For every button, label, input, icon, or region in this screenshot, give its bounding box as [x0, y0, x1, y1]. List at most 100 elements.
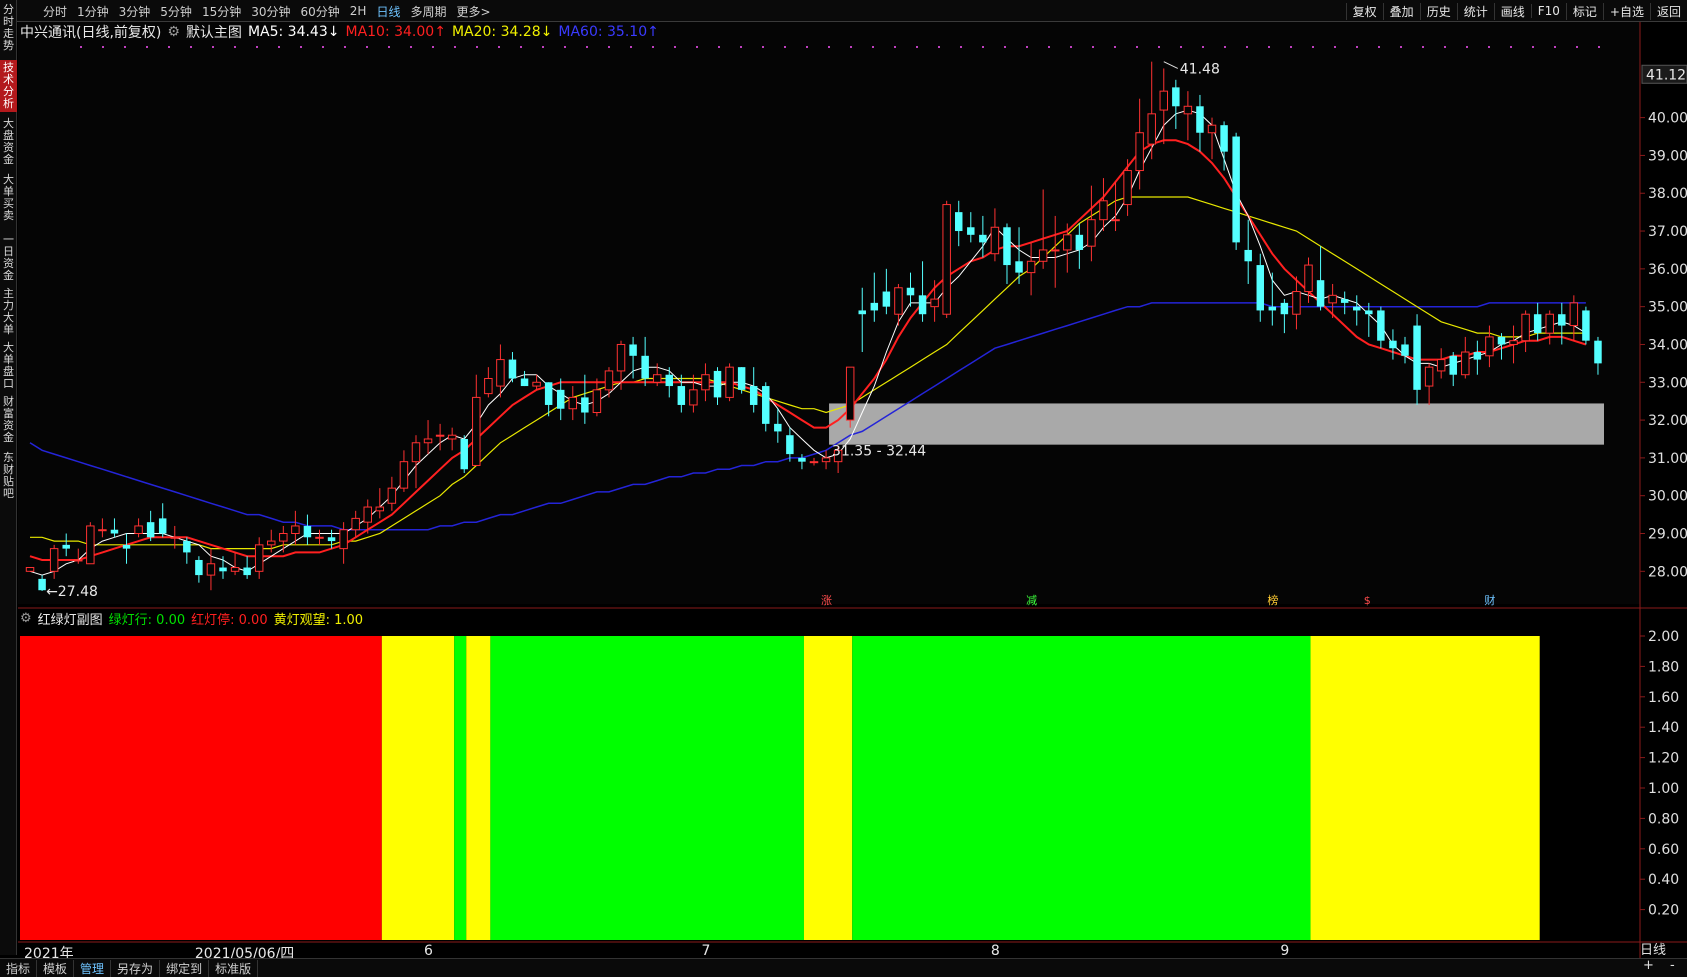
candle-body	[110, 529, 119, 534]
candle-body	[1135, 132, 1144, 172]
bottom-tab[interactable]: 模板	[37, 959, 75, 977]
candle-body	[894, 287, 903, 315]
period-tab[interactable]: 2H	[345, 4, 372, 18]
candle-body	[568, 396, 578, 410]
sub-y-tick-label: 1.40	[1648, 720, 1679, 736]
period-tab[interactable]: 3分钟	[114, 3, 156, 20]
y-tick-label: 29.00	[1648, 527, 1687, 543]
candle-body	[1594, 340, 1602, 364]
ma20-value: MA20: 34.28↓	[451, 24, 553, 40]
y-tick-label: 36.00	[1648, 262, 1687, 278]
sub-y-tick-label: 0.60	[1648, 842, 1679, 858]
bottom-tab[interactable]: 指标	[0, 959, 38, 977]
ref-dot	[1202, 46, 1204, 48]
ref-dot	[608, 46, 610, 48]
candle-body	[1099, 200, 1108, 221]
y-tick-label: 34.00	[1648, 337, 1687, 353]
low-label: ←27.48	[46, 584, 98, 600]
candle-body	[1026, 260, 1036, 274]
candle-body	[86, 525, 95, 565]
candle-body	[351, 517, 360, 531]
tool-button[interactable]: 统计	[1456, 2, 1494, 20]
period-tab[interactable]: 5分钟	[155, 3, 197, 20]
candle-body	[1582, 310, 1590, 341]
signal-bar-green	[852, 636, 1311, 940]
candle-body	[411, 442, 421, 463]
ref-dot	[1048, 46, 1050, 48]
ref-dot	[784, 46, 786, 48]
ref-dot	[1070, 46, 1072, 48]
ref-dot	[520, 46, 522, 48]
tool-button[interactable]: 标记	[1565, 2, 1603, 20]
signal-bar-green	[454, 636, 467, 940]
sub-y-tick-label: 2.00	[1648, 629, 1679, 645]
ref-dot	[1114, 46, 1116, 48]
ref-dot	[1004, 46, 1006, 48]
ref-dot	[366, 46, 368, 48]
sub-y-tick-label: 0.20	[1648, 903, 1679, 919]
settings-icon[interactable]: ⚙	[167, 24, 180, 40]
period-badge[interactable]: 日线	[1640, 939, 1666, 958]
candle-body	[327, 537, 336, 542]
sub-y-tick-label: 0.40	[1648, 872, 1679, 888]
period-tab[interactable]: 1分钟	[72, 3, 114, 20]
candle-body	[1280, 302, 1289, 315]
candle-body	[677, 386, 686, 405]
bottom-tab[interactable]: 绑定到	[160, 959, 210, 977]
candle-body	[870, 302, 879, 311]
candle-body	[725, 366, 734, 398]
ref-dot	[1224, 46, 1226, 48]
candle-body	[146, 522, 155, 538]
bottom-tab[interactable]: 另存为	[111, 959, 161, 977]
price-tag: 41.12	[1646, 67, 1686, 83]
candle-body	[423, 438, 433, 444]
tool-button[interactable]: 返回	[1649, 2, 1687, 20]
zoom-out-button[interactable]: -	[1670, 958, 1675, 973]
candle-body	[701, 374, 710, 391]
main-chart-header: 中兴通讯(日线,前复权) ⚙ 默认主图 MA5: 34.43↓ MA10: 34…	[20, 22, 665, 42]
period-tab[interactable]: 30分钟	[246, 3, 295, 20]
zoom-in-button[interactable]: +	[1643, 958, 1654, 973]
candle-body	[774, 423, 782, 432]
sub-y-tick-label: 1.80	[1648, 659, 1679, 675]
candle-body	[1038, 249, 1048, 262]
stock-title[interactable]: 中兴通讯(日线,前复权)	[20, 22, 161, 42]
candle-body	[1268, 306, 1277, 311]
candle-body	[195, 559, 203, 576]
indicator-name[interactable]: 红绿灯副图	[38, 609, 103, 628]
tool-button[interactable]: 复权	[1345, 2, 1383, 20]
period-tab[interactable]: 分时	[38, 3, 72, 20]
bottom-tab[interactable]: 管理	[74, 959, 112, 977]
candle-body	[942, 204, 951, 315]
green-light-value: 绿灯行: 0.00	[108, 612, 186, 628]
settings-icon[interactable]: ⚙	[20, 611, 32, 626]
ref-dot	[1488, 46, 1490, 48]
tool-button[interactable]: 叠加	[1382, 2, 1420, 20]
bottom-tab[interactable]: 标准版	[209, 959, 259, 977]
ref-dot	[476, 46, 478, 48]
ref-dot	[696, 46, 698, 48]
yellow-light-value: 黄灯观望: 1.00	[273, 612, 364, 628]
candle-body	[749, 386, 758, 405]
candle-body	[1328, 294, 1337, 304]
candle-body	[1256, 265, 1264, 311]
period-tab[interactable]: 日线	[371, 3, 405, 20]
tool-button[interactable]: 历史	[1419, 2, 1457, 20]
ref-dot	[80, 46, 82, 48]
indicator-header: ⚙ 红绿灯副图 绿灯行: 0.00 红灯停: 0.00 黄灯观望: 1.00	[20, 609, 369, 628]
tool-button[interactable]: +自选	[1602, 2, 1650, 20]
period-tab[interactable]: 60分钟	[296, 3, 345, 20]
y-tick-label: 28.00	[1648, 564, 1687, 580]
period-tab[interactable]: 多周期	[405, 3, 451, 20]
template-name[interactable]: 默认主图	[186, 22, 242, 42]
ref-dot	[388, 46, 390, 48]
period-tab[interactable]: 15分钟	[197, 3, 246, 20]
candle-body	[1172, 87, 1180, 107]
tool-button[interactable]: 画线	[1493, 2, 1531, 20]
candle-body	[122, 544, 131, 549]
period-tab[interactable]: 更多>	[451, 3, 495, 20]
candle-body	[170, 536, 180, 539]
tool-button[interactable]: F10	[1530, 4, 1566, 18]
candle-body	[1050, 249, 1060, 252]
ma10-value: MA10: 34.00↑	[345, 24, 446, 40]
